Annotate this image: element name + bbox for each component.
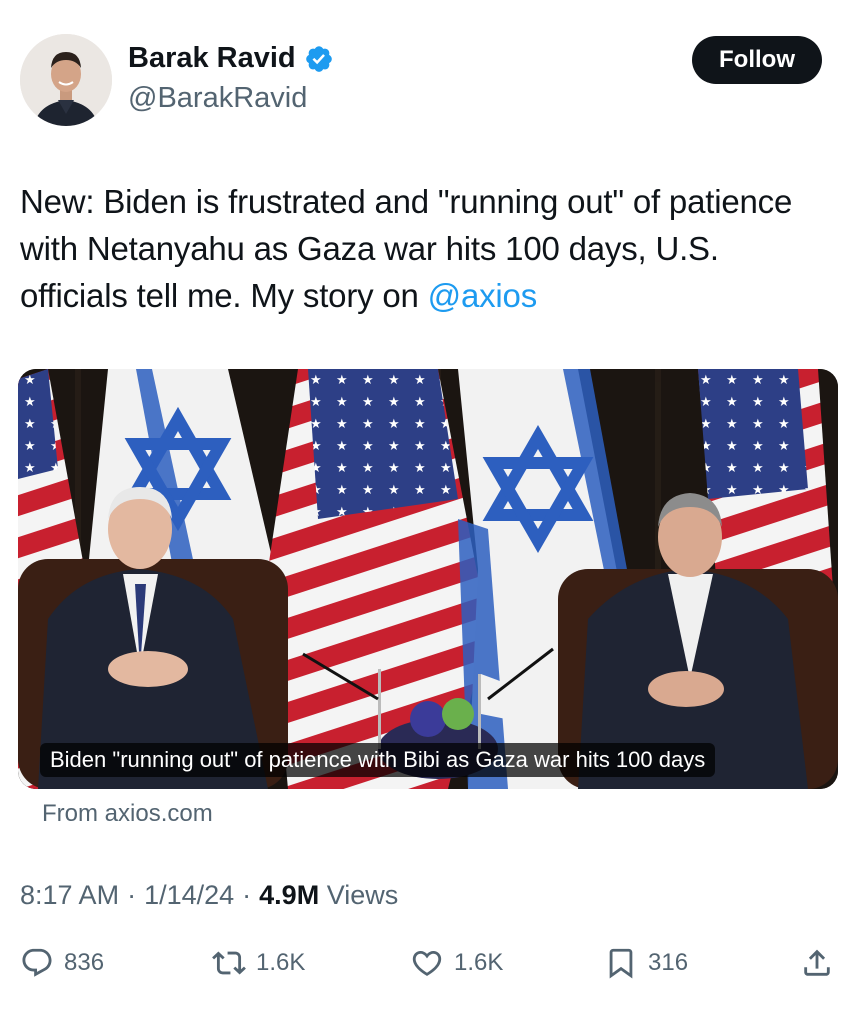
bookmark-button[interactable]: 316 <box>604 946 688 980</box>
avatar[interactable] <box>20 34 112 126</box>
verified-badge-icon[interactable] <box>304 44 334 74</box>
avatar-image <box>20 34 112 126</box>
reply-count: 836 <box>64 949 105 976</box>
repost-button[interactable]: 1.6K <box>212 946 305 980</box>
share-button[interactable] <box>800 946 834 980</box>
reply-button[interactable]: 836 <box>20 946 104 980</box>
link-card[interactable]: ★ <box>18 369 838 789</box>
bookmark-count: 316 <box>648 949 689 976</box>
mention-link[interactable]: @axios <box>428 277 538 314</box>
meta-separator: · <box>242 880 252 910</box>
heart-icon <box>412 950 442 976</box>
bookmark-icon <box>609 948 633 979</box>
share-icon <box>804 949 830 976</box>
like-button[interactable]: 1.6K <box>410 946 503 980</box>
repost-icon <box>212 951 246 975</box>
follow-button[interactable]: Follow <box>692 36 822 84</box>
repost-count: 1.6K <box>256 949 306 976</box>
card-source[interactable]: From axios.com <box>42 800 213 828</box>
tweet-date[interactable]: 1/14/24 <box>144 880 234 911</box>
like-count: 1.6K <box>454 949 504 976</box>
views-label: Views <box>326 880 399 910</box>
reply-icon <box>22 948 52 977</box>
tweet-text: New: Biden is frustrated and "running ou… <box>20 178 820 319</box>
card-image: ★ <box>18 369 838 789</box>
card-caption: Biden "running out" of patience with Bib… <box>40 743 716 777</box>
tweet-body: New: Biden is frustrated and "running ou… <box>20 183 793 314</box>
views-count: 4.9M <box>259 880 320 910</box>
tweet-time[interactable]: 8:17 AM <box>20 880 119 911</box>
author-name[interactable]: Barak Ravid <box>128 42 296 75</box>
action-bar: 836 1.6K 1.6K 316 <box>0 946 856 992</box>
tweet-meta: 8:17 AM · 1/14/24 · 4.9M Views <box>20 880 398 911</box>
author-name-row: Barak Ravid <box>128 42 334 75</box>
author-handle[interactable]: @BarakRavid <box>128 82 307 115</box>
meta-separator: · <box>127 880 137 910</box>
